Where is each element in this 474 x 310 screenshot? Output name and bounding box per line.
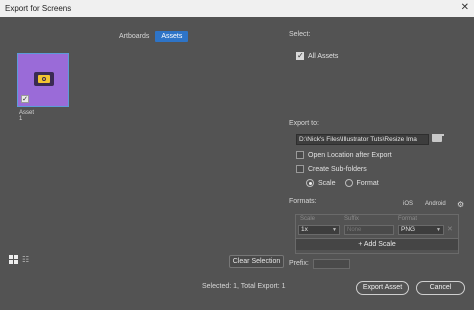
android-preset-button[interactable]: Android — [425, 201, 446, 207]
export-path-input[interactable]: D:\Nick's Files\Illustrator Tuts\Resize … — [296, 134, 429, 145]
asset-artwork — [34, 72, 54, 86]
asset-checkbox[interactable]: ✓ — [21, 95, 29, 103]
export-status: Selected: 1, Total Export: 1 — [202, 283, 286, 290]
cancel-button[interactable]: Cancel — [416, 281, 465, 295]
format-select-value: PNG — [401, 226, 416, 233]
ios-preset-button[interactable]: iOS — [403, 201, 413, 207]
open-location-checkbox[interactable] — [296, 151, 304, 159]
clear-selection-button[interactable]: Clear Selection — [229, 255, 284, 268]
close-icon[interactable]: ✕ — [461, 2, 469, 13]
suffix-column-header: Suffix — [344, 216, 359, 222]
remove-scale-icon[interactable]: ✕ — [447, 225, 453, 233]
suffix-input[interactable]: None — [344, 225, 394, 235]
formats-header: Formats: iOS Android ⚙ — [289, 198, 467, 211]
scale-radio[interactable] — [306, 179, 314, 187]
folder-icon[interactable] — [432, 134, 444, 143]
prefix-label: Prefix: — [289, 260, 309, 267]
tab-bar: Artboards Assets — [113, 31, 189, 42]
export-dialog: Artboards Assets ✓ Asset 1 ☷ Clear Selec… — [0, 17, 474, 310]
scale-select-value: 1x — [301, 226, 308, 233]
open-location-option[interactable]: Open Location after Export — [296, 151, 392, 159]
tab-artboards[interactable]: Artboards — [113, 31, 155, 42]
format-column-header: Format — [398, 216, 418, 222]
create-subfolders-option[interactable]: Create Sub-folders — [296, 165, 367, 173]
asset-thumbnail[interactable]: ✓ — [17, 53, 69, 107]
export-to-label: Export to: — [289, 120, 319, 127]
format-radio-label: Format — [356, 179, 379, 187]
chevron-down-icon: ▼ — [332, 227, 337, 233]
all-assets-label: All Assets — [308, 52, 339, 60]
list-view-icon[interactable]: ☷ — [22, 255, 31, 264]
assets-panel: Artboards Assets ✓ Asset 1 — [9, 25, 281, 272]
export-asset-button[interactable]: Export Asset — [356, 281, 409, 295]
format-select[interactable]: PNG ▼ — [398, 225, 444, 235]
scale-select[interactable]: 1x ▼ — [298, 225, 340, 235]
create-subfolders-checkbox[interactable] — [296, 165, 304, 173]
formats-table: Scale Suffix Format 1x ▼ None PNG ▼ ✕ + … — [295, 214, 459, 254]
all-assets-checkbox[interactable] — [296, 51, 304, 60]
scale-column-header: Scale — [300, 216, 316, 222]
view-toggle: ☷ — [9, 255, 31, 264]
window-title: Export for Screens — [5, 4, 72, 13]
asset-label[interactable]: Asset 1 — [19, 110, 34, 122]
prefix-input[interactable] — [313, 259, 350, 269]
gear-icon[interactable]: ⚙ — [457, 200, 464, 209]
chevron-down-icon: ▼ — [436, 227, 441, 233]
formats-label: Formats: — [289, 198, 317, 205]
title-bar: Export for Screens ✕ — [0, 0, 474, 17]
add-scale-button[interactable]: + Add Scale — [296, 238, 458, 250]
create-subfolders-label: Create Sub-folders — [308, 165, 367, 173]
all-assets-option[interactable]: All Assets — [296, 51, 339, 60]
open-location-label: Open Location after Export — [308, 151, 392, 159]
format-radio[interactable] — [344, 179, 353, 187]
select-label: Select: — [289, 31, 311, 38]
scale-radio-label: Scale — [318, 179, 336, 187]
subfolder-mode: Scale Format — [306, 179, 379, 187]
settings-panel: Select: All Assets Export to: D:\Nick's … — [289, 25, 467, 285]
tab-assets[interactable]: Assets — [155, 31, 189, 42]
grid-view-icon[interactable] — [9, 255, 18, 264]
